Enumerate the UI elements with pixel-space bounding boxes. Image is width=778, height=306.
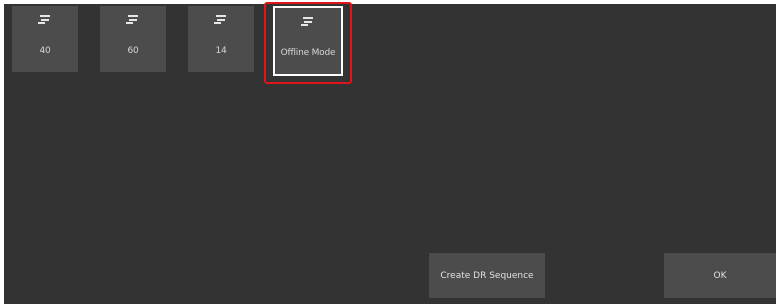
detector-tile-14[interactable]: 14: [188, 6, 254, 72]
detector-icon: [38, 15, 50, 24]
detector-tile-60[interactable]: 60: [100, 6, 166, 72]
detector-tile-40[interactable]: 40: [12, 6, 78, 72]
tile-label: Offline Mode: [280, 48, 336, 58]
create-dr-sequence-button[interactable]: Create DR Sequence: [429, 253, 545, 298]
detector-icon: [126, 15, 138, 24]
detector-icon: [214, 15, 226, 24]
tile-label: 40: [39, 46, 51, 56]
tile-label: 60: [127, 46, 139, 56]
detector-tile-offline-mode[interactable]: Offline Mode: [273, 6, 343, 76]
detector-icon: [301, 17, 313, 26]
tile-label: 14: [215, 46, 227, 56]
ok-button[interactable]: OK: [664, 253, 776, 298]
